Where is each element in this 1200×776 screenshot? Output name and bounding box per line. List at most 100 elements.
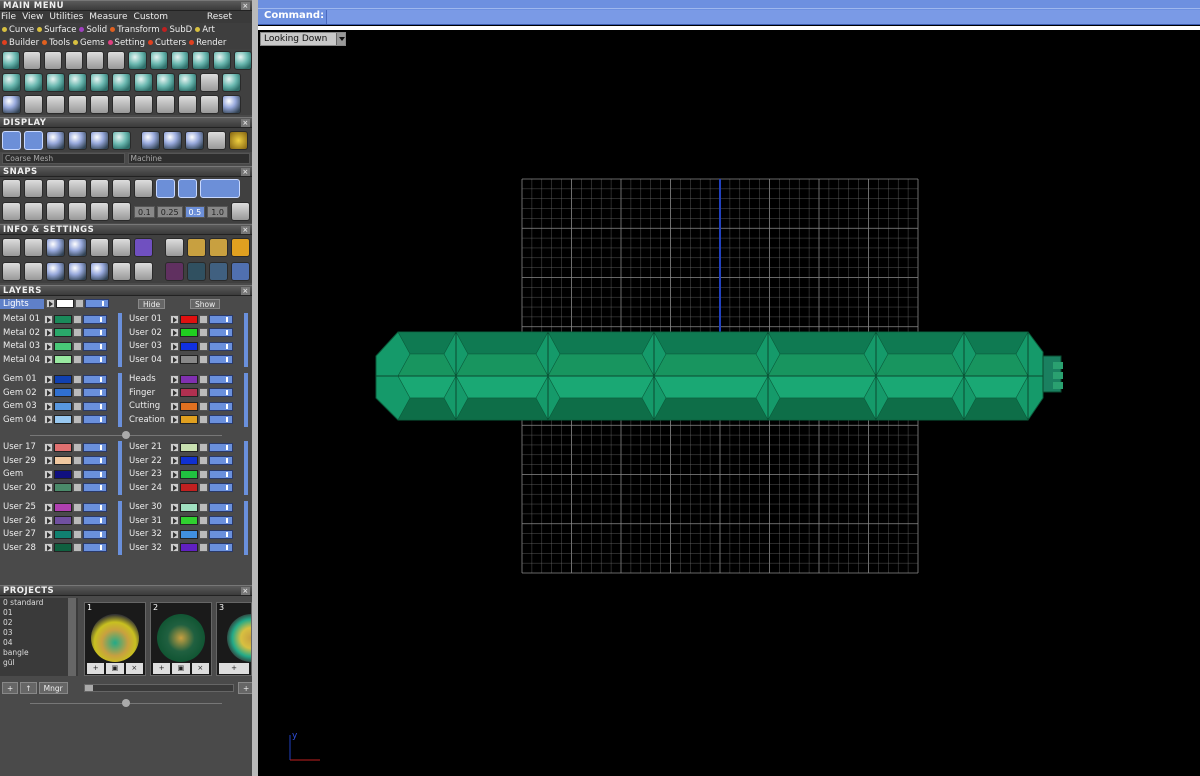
bangle-model[interactable] xyxy=(375,331,1063,421)
cluster-tool-icon[interactable] xyxy=(2,94,21,114)
project-item[interactable]: 01 xyxy=(3,608,78,618)
render-display-icon[interactable] xyxy=(112,130,131,150)
visibility-toggle[interactable] xyxy=(209,355,233,365)
layer-row[interactable]: User 29 xyxy=(0,454,107,468)
color-swatch[interactable] xyxy=(180,456,198,466)
visibility-toggle[interactable] xyxy=(83,388,107,398)
lock-icon[interactable] xyxy=(199,341,208,351)
snap-axis-icon[interactable] xyxy=(112,202,131,221)
snap-pen-icon[interactable] xyxy=(46,202,65,221)
layer-row[interactable]: Metal 01 xyxy=(0,313,107,327)
visibility-toggle[interactable] xyxy=(83,502,107,512)
lock-icon[interactable] xyxy=(199,442,208,452)
visibility-toggle[interactable] xyxy=(83,543,107,553)
save-icon[interactable]: ▣ xyxy=(172,663,190,674)
expand-icon[interactable] xyxy=(44,401,53,411)
layer-separator[interactable] xyxy=(0,429,252,441)
thumb-scroll-slider[interactable] xyxy=(84,684,234,692)
layer-name[interactable]: User 30 xyxy=(126,502,170,512)
layer-name[interactable]: Cutting xyxy=(126,401,170,411)
visibility-toggle[interactable] xyxy=(83,469,107,479)
lock-icon[interactable] xyxy=(199,543,208,553)
layer-name[interactable]: User 21 xyxy=(126,442,170,452)
color-swatch[interactable] xyxy=(180,502,198,512)
visibility-toggle[interactable] xyxy=(83,483,107,493)
snap-dash-icon[interactable] xyxy=(178,179,197,198)
lock-icon[interactable] xyxy=(73,442,82,452)
color-swatch[interactable] xyxy=(54,516,72,526)
save-tool-icon[interactable] xyxy=(178,72,197,92)
chrome-ball-icon[interactable] xyxy=(141,130,160,150)
project-thumb-2[interactable]: 2 + ▣ × xyxy=(150,602,212,676)
menu-custom[interactable]: Custom xyxy=(134,12,168,22)
expand-icon[interactable] xyxy=(170,355,179,365)
lock-icon[interactable] xyxy=(199,355,208,365)
expand-icon[interactable] xyxy=(170,388,179,398)
save-icon[interactable]: ▣ xyxy=(106,663,124,674)
project-item[interactable]: gül xyxy=(3,658,78,668)
layer-row[interactable]: User 25 xyxy=(0,501,107,515)
module-cutters[interactable]: Cutters xyxy=(147,38,186,48)
paint-tool-icon[interactable] xyxy=(23,50,42,70)
snap-cube-icon[interactable] xyxy=(24,202,43,221)
expand-icon[interactable] xyxy=(44,355,53,365)
layer-name[interactable]: User 29 xyxy=(0,456,44,466)
close-icon[interactable]: × xyxy=(241,587,250,595)
expand-icon[interactable] xyxy=(44,469,53,479)
group-bar[interactable] xyxy=(118,500,122,555)
expand-icon[interactable] xyxy=(170,483,179,493)
color-swatch[interactable] xyxy=(180,516,198,526)
lock-icon[interactable] xyxy=(199,469,208,479)
color-swatch[interactable] xyxy=(180,388,198,398)
module-surface[interactable]: Surface xyxy=(37,25,76,35)
layer-name[interactable]: Creation xyxy=(126,415,170,425)
layer-name[interactable]: Metal 04 xyxy=(0,355,44,365)
visibility-toggle[interactable] xyxy=(83,374,107,384)
snap-value-2[interactable]: 0.5 xyxy=(184,205,206,218)
color-swatch[interactable] xyxy=(54,483,72,493)
layer-name[interactable]: Gem 03 xyxy=(0,401,44,411)
layer-row[interactable]: User 04 xyxy=(126,353,233,367)
layer-row[interactable]: User 24 xyxy=(126,481,233,495)
layer-name[interactable]: User 32 xyxy=(126,543,170,553)
snap-rotate-icon[interactable] xyxy=(112,179,131,198)
module-transform[interactable]: Transform xyxy=(110,25,159,35)
lock-icon[interactable] xyxy=(73,543,82,553)
material-select[interactable]: Machine xyxy=(127,153,250,164)
color-swatch[interactable] xyxy=(54,502,72,512)
layer-row[interactable]: User 02 xyxy=(126,326,233,340)
lock-icon[interactable] xyxy=(73,529,82,539)
color-swatch[interactable] xyxy=(54,456,72,466)
expand-icon[interactable] xyxy=(44,415,53,425)
visibility-toggle[interactable] xyxy=(83,456,107,466)
lock-icon[interactable] xyxy=(73,328,82,338)
layer-name[interactable]: User 03 xyxy=(126,341,170,351)
color-swatch[interactable] xyxy=(180,355,198,365)
snap-value-0[interactable]: 0.1 xyxy=(134,205,155,218)
visibility-toggle[interactable] xyxy=(209,415,233,425)
project-item[interactable]: 03 xyxy=(3,628,78,638)
project-item[interactable]: 02 xyxy=(3,618,78,628)
snap-center-icon[interactable] xyxy=(134,179,153,198)
project-item[interactable]: 04 xyxy=(3,638,78,648)
light-icon[interactable] xyxy=(209,261,228,281)
expand-icon[interactable] xyxy=(44,516,53,526)
visibility-toggle[interactable] xyxy=(83,415,107,425)
layer-row[interactable]: User 23 xyxy=(126,468,233,482)
color-swatch[interactable] xyxy=(54,314,72,324)
box-tool-icon[interactable] xyxy=(156,72,175,92)
layer-row[interactable]: Metal 02 xyxy=(0,326,107,340)
layer-row[interactable]: Gem 01 xyxy=(0,373,107,387)
ribbon-tool-icon[interactable] xyxy=(170,50,189,70)
lock-icon[interactable] xyxy=(73,516,82,526)
color-swatch[interactable] xyxy=(54,543,72,553)
layer-row[interactable]: User 22 xyxy=(126,454,233,468)
visibility-toggle[interactable] xyxy=(83,341,107,351)
expand-icon[interactable] xyxy=(44,483,53,493)
menu-measure[interactable]: Measure xyxy=(89,12,127,22)
expand-icon[interactable] xyxy=(170,456,179,466)
mesh-ball-icon[interactable] xyxy=(163,130,182,150)
layer-name[interactable]: User 01 xyxy=(126,314,170,324)
color-swatch[interactable] xyxy=(180,415,198,425)
slider-handle[interactable] xyxy=(85,685,93,691)
